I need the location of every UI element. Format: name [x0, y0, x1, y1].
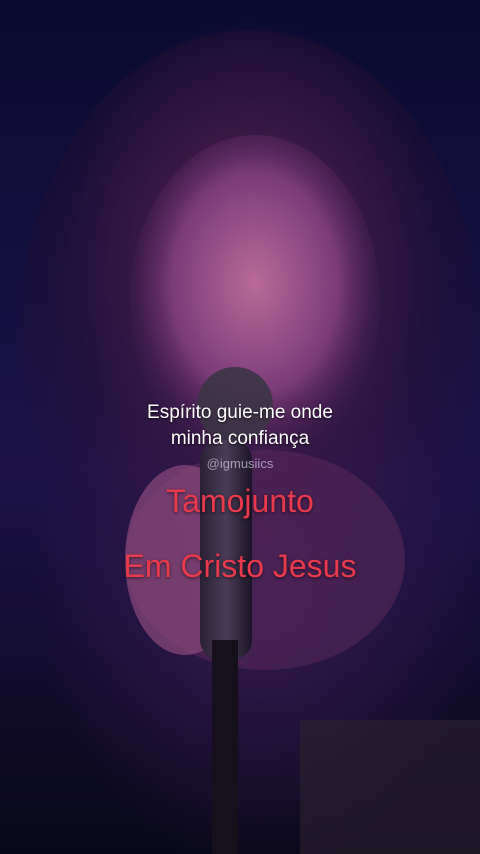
shirt-shape	[300, 720, 480, 854]
lyric-line-1: Espírito guie-me onde	[147, 402, 333, 423]
lyric-line-2: minha confiança	[170, 428, 310, 449]
microphone-stand	[212, 640, 238, 854]
title-text-line-2: Em Cristo Jesus	[123, 548, 357, 584]
lyric-caption: Espírito guie-me onde minha confiança	[0, 400, 480, 452]
title-text-line-1: Tamojunto	[166, 483, 314, 519]
watermark-handle: @igmusiics	[206, 456, 274, 471]
video-frame[interactable]: Espírito guie-me onde minha confiança @i…	[0, 0, 480, 854]
